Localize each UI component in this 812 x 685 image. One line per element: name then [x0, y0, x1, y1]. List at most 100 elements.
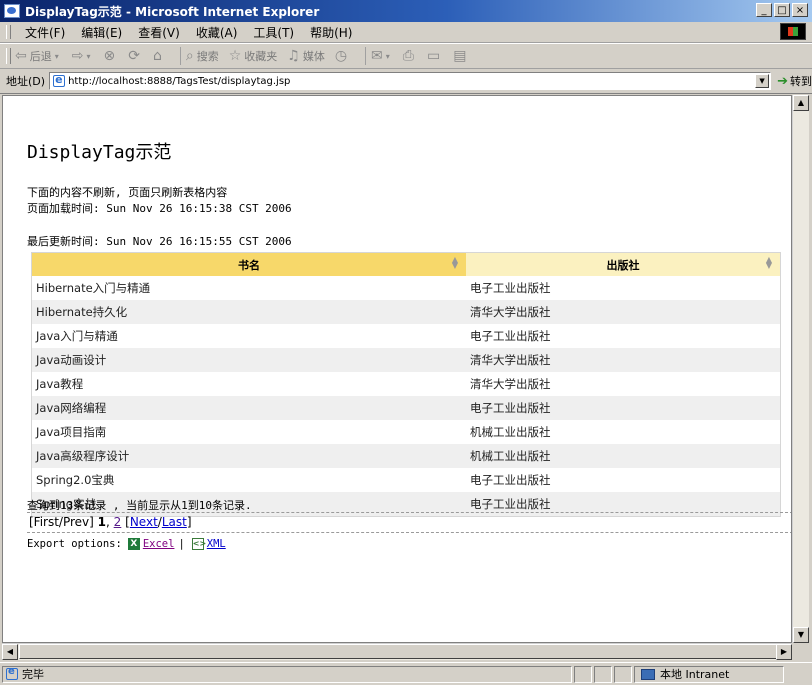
page-icon — [53, 73, 66, 87]
media-icon: ♫ — [287, 48, 300, 64]
close-button[interactable]: × — [792, 3, 808, 17]
forward-arrow-icon: ⇨ — [71, 48, 84, 64]
menu-tools[interactable]: 工具(T) — [245, 24, 302, 41]
horizontal-scroll-thumb[interactable] — [19, 644, 779, 659]
excel-icon: X — [127, 538, 140, 550]
page-note: 下面的内容不刷新, 页面只刷新表格内容 — [27, 186, 228, 199]
menu-help[interactable]: 帮助(H) — [302, 24, 360, 41]
vertical-scrollbar[interactable]: ▲ ▼ — [792, 95, 809, 643]
print-button[interactable]: ⎙ — [403, 48, 417, 64]
go-arrow-icon: ➔ — [777, 73, 788, 89]
horizontal-scrollbar[interactable]: ◀ ▶ — [2, 643, 792, 660]
pager-first-prev: [First/Prev] — [29, 515, 98, 529]
load-time-text: 页面加载时间: Sun Nov 26 16:15:38 CST 2006 — [27, 202, 292, 215]
sort-icon: ▲ ▼ — [765, 255, 772, 270]
book-title-cell: Hibernate入门与精通 — [31, 276, 466, 300]
page-viewport: DisplayTag示范 下面的内容不刷新, 页面只刷新表格内容 页面加载时间:… — [2, 95, 792, 643]
maximize-button[interactable]: □ — [774, 3, 790, 17]
back-label: 后退 — [29, 50, 52, 63]
table-row: Spring2.0宝典 电子工业出版社 — [31, 468, 781, 492]
search-icon: ⌕ — [185, 48, 194, 64]
book-title-cell: Hibernate持久化 — [31, 300, 466, 324]
size-grip — [792, 643, 809, 660]
scroll-left-button[interactable]: ◀ — [2, 644, 18, 660]
edit-icon: ▭ — [427, 48, 441, 64]
record-summary: 查询到13条记录 , 当前显示从1到10条记录. — [27, 499, 252, 512]
publisher-cell: 清华大学出版社 — [466, 372, 781, 396]
back-button[interactable]: ⇦ 后退 ▾ — [15, 48, 62, 64]
menu-grip[interactable] — [6, 25, 11, 39]
status-bar: 完毕 本地 Intranet — [0, 662, 812, 685]
book-title-cell: Java入门与精通 — [31, 324, 466, 348]
status-cell — [614, 665, 632, 683]
minimize-button[interactable]: _ — [756, 3, 772, 17]
standard-toolbar: ⇦ 后退 ▾ ⇨ ▾ ⊗ ⟳ ⌂ ⌕ 搜索 ☆ 收藏夹 ♫ 媒体 ◷ ✉ ▾ ⎙ ▭ ▤ — [0, 43, 812, 69]
refresh-button[interactable]: ⟳ — [128, 48, 143, 64]
status-zone[interactable]: 本地 Intranet — [634, 665, 784, 683]
toolbar-grip[interactable] — [6, 48, 11, 64]
book-title-cell: Java网络编程 — [31, 396, 466, 420]
address-url[interactable]: http://localhost:8888/TagsTest/displayta… — [68, 76, 290, 87]
zone-text: 本地 Intranet — [660, 668, 730, 681]
windows-logo-icon — [780, 23, 806, 40]
column-header-publisher[interactable]: 出版社 ▲ ▼ — [466, 252, 781, 276]
publisher-cell: 清华大学出版社 — [466, 300, 781, 324]
stop-button[interactable]: ⊗ — [104, 48, 119, 64]
address-dropdown-button[interactable]: ▼ — [755, 74, 770, 88]
history-button[interactable]: ◷ — [335, 48, 350, 64]
column-header-title-label: 书名 — [238, 258, 260, 272]
pager-next-link[interactable]: Next — [130, 515, 158, 529]
window-controls: _ □ × — [756, 3, 808, 17]
menu-file[interactable]: 文件(F) — [17, 24, 73, 41]
intranet-icon — [641, 668, 655, 680]
home-button[interactable]: ⌂ — [153, 48, 165, 64]
stop-icon: ⊗ — [103, 48, 116, 64]
export-excel-link[interactable]: Excel — [143, 538, 175, 550]
chevron-down-icon: ▾ — [86, 51, 91, 61]
pager-last-link[interactable]: Last — [162, 515, 187, 529]
history-icon: ◷ — [334, 48, 348, 64]
status-cell — [574, 665, 592, 683]
go-label: 转到 — [790, 75, 812, 88]
publisher-cell: 电子工业出版社 — [466, 276, 781, 300]
search-label: 搜索 — [196, 50, 219, 63]
export-options: Export options: X Excel | <> XML — [27, 538, 226, 550]
publisher-cell: 机械工业出版社 — [466, 444, 781, 468]
toolbar-separator — [365, 47, 367, 65]
menu-edit[interactable]: 编辑(E) — [73, 24, 130, 41]
window-title: DisplayTag示范 - Microsoft Internet Explor… — [25, 4, 320, 19]
forward-button[interactable]: ⇨ ▾ — [72, 48, 94, 64]
refresh-icon: ⟳ — [128, 48, 140, 64]
publisher-cell: 机械工业出版社 — [466, 420, 781, 444]
export-xml-link[interactable]: XML — [207, 538, 226, 550]
address-input[interactable]: http://localhost:8888/TagsTest/displayta… — [49, 72, 772, 90]
title-bar: DisplayTag示范 - Microsoft Internet Explor… — [0, 0, 812, 22]
scroll-down-button[interactable]: ▼ — [793, 627, 809, 643]
status-cell — [594, 665, 612, 683]
table-row: Java教程 清华大学出版社 — [31, 372, 781, 396]
go-button[interactable]: ➔ 转到 — [777, 73, 812, 89]
table-row: Java高级程序设计 机械工业出版社 — [31, 444, 781, 468]
column-header-title[interactable]: 书名 ▲ ▼ — [31, 252, 466, 276]
publisher-cell: 电子工业出版社 — [466, 324, 781, 348]
print-icon: ⎙ — [402, 48, 414, 64]
favorites-button[interactable]: ☆ 收藏夹 — [229, 48, 278, 64]
edit-button[interactable]: ▭ — [427, 48, 443, 64]
ie-app-icon[interactable] — [4, 4, 20, 18]
status-main: 完毕 — [2, 665, 572, 683]
book-title-cell: Java高级程序设计 — [31, 444, 466, 468]
mail-button[interactable]: ✉ ▾ — [371, 48, 393, 64]
table-row: Java动画设计 清华大学出版社 — [31, 348, 781, 372]
chevron-down-icon: ▾ — [54, 51, 59, 61]
update-time-text: 最后更新时间: Sun Nov 26 16:15:55 CST 2006 — [27, 235, 292, 248]
favorites-label: 收藏夹 — [244, 50, 278, 63]
search-button[interactable]: ⌕ 搜索 — [186, 48, 219, 64]
menu-favorites[interactable]: 收藏(A) — [188, 24, 246, 41]
table-row: Hibernate持久化 清华大学出版社 — [31, 300, 781, 324]
menu-view[interactable]: 查看(V) — [130, 24, 188, 41]
discuss-button[interactable]: ▤ — [453, 48, 469, 64]
pager-current-page: 1 — [97, 515, 107, 529]
scroll-up-button[interactable]: ▲ — [793, 95, 809, 111]
scroll-right-button[interactable]: ▶ — [776, 644, 792, 660]
media-button[interactable]: ♫ 媒体 — [287, 48, 325, 64]
